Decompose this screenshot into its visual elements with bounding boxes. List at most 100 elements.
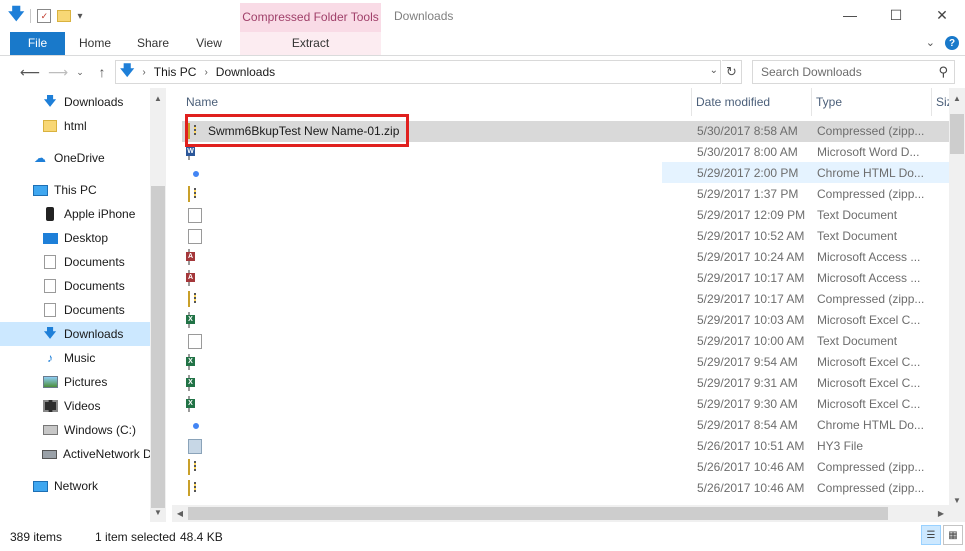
file-list-vertical-scrollbar[interactable]: ▲ ▼ bbox=[949, 88, 965, 522]
maximize-button[interactable]: ☐ bbox=[873, 0, 919, 30]
navigation-pane: 🡇 Downloads html ☁ OneDrive This PC Appl… bbox=[0, 88, 166, 522]
back-button[interactable]: ⟵ bbox=[20, 62, 40, 82]
file-date-modified: 5/26/2017 10:46 AM bbox=[697, 481, 805, 495]
new-folder-icon[interactable] bbox=[57, 10, 72, 22]
nav-item-apple-iphone[interactable]: Apple iPhone bbox=[0, 202, 150, 226]
file-row[interactable]: 5/29/2017 1:37 PM Compressed (zipp... bbox=[182, 184, 949, 205]
file-row[interactable]: 5/29/2017 12:09 PM Text Document bbox=[182, 205, 949, 226]
nav-item-music[interactable]: ♪ Music bbox=[0, 346, 150, 370]
nav-pane-scrollbar[interactable]: ▲ ▼ bbox=[150, 88, 166, 522]
nav-item-pictures[interactable]: Pictures bbox=[0, 370, 150, 394]
nav-item-network[interactable]: Network bbox=[0, 474, 150, 498]
chevron-right-icon[interactable]: › bbox=[204, 67, 207, 78]
up-button[interactable]: ↑ bbox=[92, 62, 112, 82]
help-icon[interactable]: ? bbox=[945, 36, 959, 50]
search-icon[interactable]: ⚲ bbox=[938, 64, 948, 80]
file-row[interactable]: 5/29/2017 10:03 AM Microsoft Excel C... bbox=[182, 310, 949, 331]
file-date-modified: 5/29/2017 10:17 AM bbox=[697, 292, 805, 306]
nav-item-documents[interactable]: Documents bbox=[0, 274, 150, 298]
file-row[interactable]: 5/29/2017 10:17 AM Compressed (zipp... bbox=[182, 289, 949, 310]
close-button[interactable]: ✕ bbox=[919, 0, 965, 30]
zip-icon bbox=[188, 123, 190, 139]
nav-item-onedrive[interactable]: ☁ OneDrive bbox=[0, 146, 150, 170]
column-header-type[interactable]: Type bbox=[812, 88, 932, 116]
context-tab-group-label: Compressed Folder Tools bbox=[240, 3, 381, 32]
scrollbar-thumb[interactable] bbox=[151, 186, 165, 508]
file-row[interactable]: 5/29/2017 9:31 AM Microsoft Excel C... bbox=[182, 373, 949, 394]
file-row[interactable]: 5/26/2017 10:46 AM Compressed (zipp... bbox=[182, 457, 949, 478]
file-row[interactable]: 5/26/2017 10:51 AM HY3 File bbox=[182, 436, 949, 457]
file-row[interactable]: 5/26/2017 10:46 AM Compressed (zipp... bbox=[182, 478, 949, 499]
details-view-icon[interactable]: ☰ bbox=[921, 525, 941, 545]
properties-icon[interactable]: ✓ bbox=[37, 9, 52, 23]
file-row[interactable]: Swmm6BkupTest New Name-01.zip 5/30/2017 8… bbox=[182, 121, 949, 142]
file-row[interactable]: 5/29/2017 2:00 PM Chrome HTML Do... bbox=[182, 163, 949, 184]
downloads-icon[interactable]: 🡇 bbox=[8, 3, 24, 30]
column-header-name[interactable]: Name bbox=[182, 88, 692, 116]
file-row[interactable]: 5/29/2017 8:54 AM Chrome HTML Do... bbox=[182, 415, 949, 436]
customize-toolbar-icon[interactable]: ▾ bbox=[77, 11, 82, 22]
file-name bbox=[208, 394, 698, 415]
nav-item-desktop[interactable]: Desktop bbox=[0, 226, 150, 250]
file-row[interactable]: 5/29/2017 10:52 AM Text Document bbox=[182, 226, 949, 247]
tab-file[interactable]: File bbox=[10, 32, 65, 55]
nav-item-windows-c[interactable]: Windows (C:) bbox=[0, 418, 150, 442]
scroll-right-icon[interactable]: ▶ bbox=[933, 505, 949, 522]
file-date-modified: 5/29/2017 10:03 AM bbox=[697, 313, 805, 327]
file-row[interactable]: 5/29/2017 10:00 AM Text Document bbox=[182, 331, 949, 352]
tab-extract[interactable]: Extract bbox=[240, 32, 381, 55]
title-bar: 🡇 ✓ ▾ Compressed Folder Tools Downloads … bbox=[0, 0, 965, 32]
large-icons-view-icon[interactable]: ▦ bbox=[943, 525, 963, 545]
nav-item-documents[interactable]: Documents bbox=[0, 250, 150, 274]
recent-locations-button[interactable]: ⌄ bbox=[70, 62, 90, 82]
breadcrumb-downloads[interactable]: Downloads bbox=[216, 65, 275, 79]
breadcrumb-this-pc[interactable]: This PC bbox=[154, 65, 197, 79]
refresh-button[interactable]: ↻ bbox=[722, 60, 742, 84]
chevron-down-icon[interactable]: ⌄ bbox=[710, 65, 718, 76]
chevron-right-icon[interactable]: › bbox=[142, 67, 145, 78]
file-row[interactable]: 5/29/2017 9:30 AM Microsoft Excel C... bbox=[182, 394, 949, 415]
scrollbar-thumb[interactable] bbox=[950, 114, 964, 154]
nav-item-downloads-quick[interactable]: 🡇 Downloads bbox=[0, 90, 150, 114]
file-name bbox=[208, 289, 698, 310]
search-input[interactable]: Search Downloads ⚲ bbox=[752, 60, 955, 84]
nav-item-label: Windows (C:) bbox=[64, 423, 137, 437]
tab-view[interactable]: View bbox=[186, 32, 232, 55]
tab-share[interactable]: Share bbox=[128, 32, 178, 55]
nav-item-label: Apple iPhone bbox=[64, 207, 136, 221]
scroll-left-icon[interactable]: ◀ bbox=[172, 505, 188, 522]
nav-item-documents[interactable]: Documents bbox=[0, 298, 150, 322]
file-row[interactable]: 5/29/2017 10:17 AM Microsoft Access ... bbox=[182, 268, 949, 289]
column-header-size[interactable]: Siz bbox=[932, 88, 949, 116]
file-row[interactable]: 5/29/2017 9:54 AM Microsoft Excel C... bbox=[182, 352, 949, 373]
file-name bbox=[208, 226, 698, 247]
file-date-modified: 5/29/2017 9:30 AM bbox=[697, 397, 798, 411]
scroll-up-icon[interactable]: ▲ bbox=[949, 90, 965, 106]
nav-item-downloads[interactable]: 🡇 Downloads bbox=[0, 322, 150, 346]
expand-ribbon-icon[interactable]: ⌄ bbox=[926, 36, 935, 50]
file-date-modified: 5/29/2017 10:17 AM bbox=[697, 271, 805, 285]
nav-item-videos[interactable]: Videos bbox=[0, 394, 150, 418]
nav-item-html[interactable]: html bbox=[0, 114, 150, 138]
nav-item-this-pc[interactable]: This PC bbox=[0, 178, 150, 202]
documents-icon bbox=[42, 278, 58, 294]
file-row[interactable]: 5/30/2017 8:00 AM Microsoft Word D... bbox=[182, 142, 949, 163]
address-field[interactable]: 🡇 › This PC › Downloads ⌄ bbox=[115, 60, 721, 84]
tab-home[interactable]: Home bbox=[72, 32, 118, 55]
forward-button[interactable]: ⟶ bbox=[48, 62, 68, 82]
scroll-down-icon[interactable]: ▼ bbox=[949, 492, 965, 508]
scroll-down-icon[interactable]: ▼ bbox=[150, 504, 166, 520]
file-type: Compressed (zipp... bbox=[817, 460, 925, 474]
excel-icon bbox=[188, 312, 190, 328]
nav-item-label: Network bbox=[54, 479, 99, 493]
hy3-file-icon bbox=[188, 439, 202, 454]
minimize-button[interactable]: — bbox=[827, 0, 873, 30]
column-header-date-modified[interactable]: Date modified bbox=[692, 88, 812, 116]
search-placeholder: Search Downloads bbox=[761, 65, 862, 79]
file-row[interactable]: 5/29/2017 10:24 AM Microsoft Access ... bbox=[182, 247, 949, 268]
zip-icon bbox=[188, 459, 190, 475]
scroll-up-icon[interactable]: ▲ bbox=[150, 90, 166, 106]
nav-item-activenetwork-drive[interactable]: ActiveNetwork D bbox=[0, 442, 150, 466]
scrollbar-thumb[interactable] bbox=[188, 507, 888, 520]
file-list-horizontal-scrollbar[interactable]: ◀ ▶ bbox=[172, 505, 949, 522]
